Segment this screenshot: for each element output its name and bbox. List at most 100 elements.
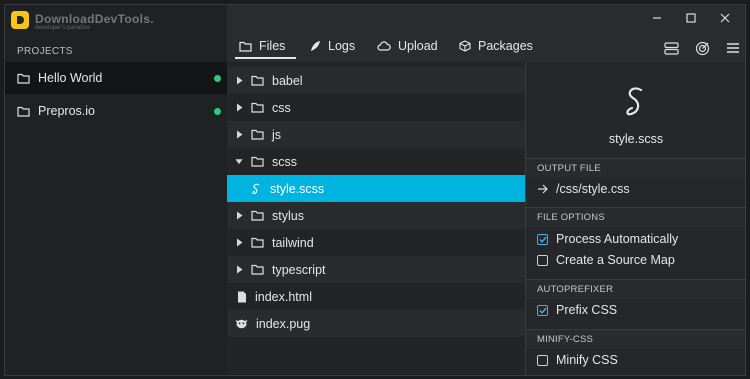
top-bar: Files Logs Upload Packages: [227, 5, 745, 61]
file-row-js[interactable]: js: [227, 121, 525, 148]
tab-label: Packages: [478, 39, 533, 53]
section-heading: MINIFY-CSS: [537, 334, 594, 345]
prefix-css-option[interactable]: Prefix CSS: [537, 303, 617, 317]
folder-icon: [251, 237, 264, 248]
source-map-option[interactable]: Create a Source Map: [537, 253, 675, 267]
folder-icon: [251, 156, 264, 167]
section-autoprefixer: AUTOPREFIXER: [526, 279, 745, 299]
tab-packages[interactable]: Packages: [459, 35, 533, 57]
file-name: js: [272, 127, 282, 142]
file-name: babel: [272, 73, 303, 88]
chevron-right-icon[interactable]: [235, 103, 243, 112]
projects-heading: PROJECTS: [17, 46, 73, 57]
option-label: Create a Source Map: [556, 253, 675, 267]
file-name: stylus: [272, 208, 304, 223]
minify-css-option[interactable]: Minify CSS: [537, 353, 618, 367]
file-name: tailwind: [272, 235, 314, 250]
status-dot: [214, 108, 221, 115]
section-minify-css: MINIFY-CSS: [526, 329, 745, 349]
menu-icon: [727, 43, 739, 53]
file-name: index.html: [255, 289, 312, 304]
project-hello-world[interactable]: Hello World: [5, 62, 227, 94]
folder-icon: [251, 102, 264, 113]
file-name: typescript: [272, 262, 326, 277]
folder-icon: [251, 210, 264, 221]
section-heading: AUTOPREFIXER: [537, 284, 614, 295]
file-row-style-scss[interactable]: style.scss: [227, 175, 525, 202]
arrow-right-icon: [537, 184, 548, 194]
process-automatically-checkbox[interactable]: [537, 233, 548, 245]
minimize-icon: [653, 17, 661, 19]
file-row-scss[interactable]: scss: [227, 148, 525, 175]
chevron-right-icon[interactable]: [235, 130, 243, 139]
watermark-logo: [11, 11, 29, 29]
section-heading: OUTPUT FILE: [537, 163, 601, 174]
minify-css-checkbox[interactable]: [537, 354, 548, 366]
tab-upload[interactable]: Upload: [377, 35, 438, 57]
radar-icon: [695, 41, 709, 55]
active-tab-indicator: [235, 57, 296, 59]
option-label: Process Automatically: [556, 232, 679, 246]
section-heading: FILE OPTIONS: [537, 212, 605, 223]
file-row-babel[interactable]: babel: [227, 67, 525, 94]
project-name: Prepros.io: [38, 104, 95, 118]
chevron-right-icon[interactable]: [235, 265, 243, 274]
file-name: style.scss: [270, 181, 325, 196]
selected-file-name: style.scss: [608, 132, 664, 146]
option-label: Prefix CSS: [556, 303, 618, 317]
file-row-tailwind[interactable]: tailwind: [227, 229, 525, 256]
file-row-index-html[interactable]: index.html: [227, 283, 525, 310]
project-prepros-io[interactable]: Prepros.io: [5, 95, 227, 127]
option-label: Minify CSS: [556, 353, 618, 367]
chevron-right-icon[interactable]: [235, 211, 243, 220]
folder-icon: [251, 129, 264, 140]
folder-icon: [239, 41, 252, 52]
folder-icon: [251, 264, 264, 275]
status-dot: [214, 75, 221, 82]
file-row-index-pug[interactable]: index.pug: [227, 310, 525, 337]
watermark-subtitle: developer's paradise: [35, 25, 91, 31]
tab-label: Logs: [328, 39, 356, 53]
file-icon: [237, 291, 247, 303]
minimize-button[interactable]: [642, 7, 672, 29]
menu-button[interactable]: [723, 38, 743, 58]
file-tree: babel css js scss style.scss stylus tail…: [227, 62, 525, 375]
tab-files[interactable]: Files: [239, 35, 285, 57]
source-map-checkbox[interactable]: [537, 254, 548, 266]
process-automatically-option[interactable]: Process Automatically: [537, 232, 678, 246]
tab-logs[interactable]: Logs: [309, 35, 355, 57]
app-window: DownloadDevTools. developer's paradise P…: [4, 4, 746, 376]
chevron-right-icon[interactable]: [235, 76, 243, 85]
close-icon: [720, 13, 730, 23]
feather-icon: [309, 40, 321, 52]
tab-label: Upload: [398, 39, 438, 53]
box-icon: [459, 40, 471, 52]
chevron-down-icon[interactable]: [235, 158, 243, 165]
sass-icon: [251, 183, 262, 195]
radar-button[interactable]: [692, 38, 712, 58]
file-row-stylus[interactable]: stylus: [227, 202, 525, 229]
projects-sidebar: DownloadDevTools. developer's paradise P…: [5, 5, 227, 375]
chevron-right-icon[interactable]: [235, 238, 243, 247]
server-icon: [663, 41, 679, 55]
maximize-button[interactable]: [676, 7, 706, 29]
output-path: /css/style.css: [556, 182, 630, 196]
maximize-icon: [686, 13, 696, 23]
prefix-css-checkbox[interactable]: [537, 304, 548, 316]
server-button[interactable]: [661, 38, 681, 58]
watermark-title: DownloadDevTools.: [35, 12, 154, 26]
file-details-panel: style.scss OUTPUT FILE /css/style.css FI…: [526, 62, 745, 375]
close-button[interactable]: [710, 7, 740, 29]
output-path-link[interactable]: /css/style.css: [537, 182, 630, 196]
file-name: scss: [272, 154, 297, 169]
file-name: index.pug: [256, 316, 311, 331]
section-output-file: OUTPUT FILE: [526, 158, 745, 178]
file-row-css[interactable]: css: [227, 94, 525, 121]
folder-icon: [17, 106, 30, 117]
sass-icon: [621, 84, 651, 124]
pug-icon: [235, 318, 248, 329]
cloud-icon: [377, 41, 391, 51]
folder-icon: [17, 73, 30, 84]
project-name: Hello World: [38, 71, 103, 85]
file-row-typescript[interactable]: typescript: [227, 256, 525, 283]
